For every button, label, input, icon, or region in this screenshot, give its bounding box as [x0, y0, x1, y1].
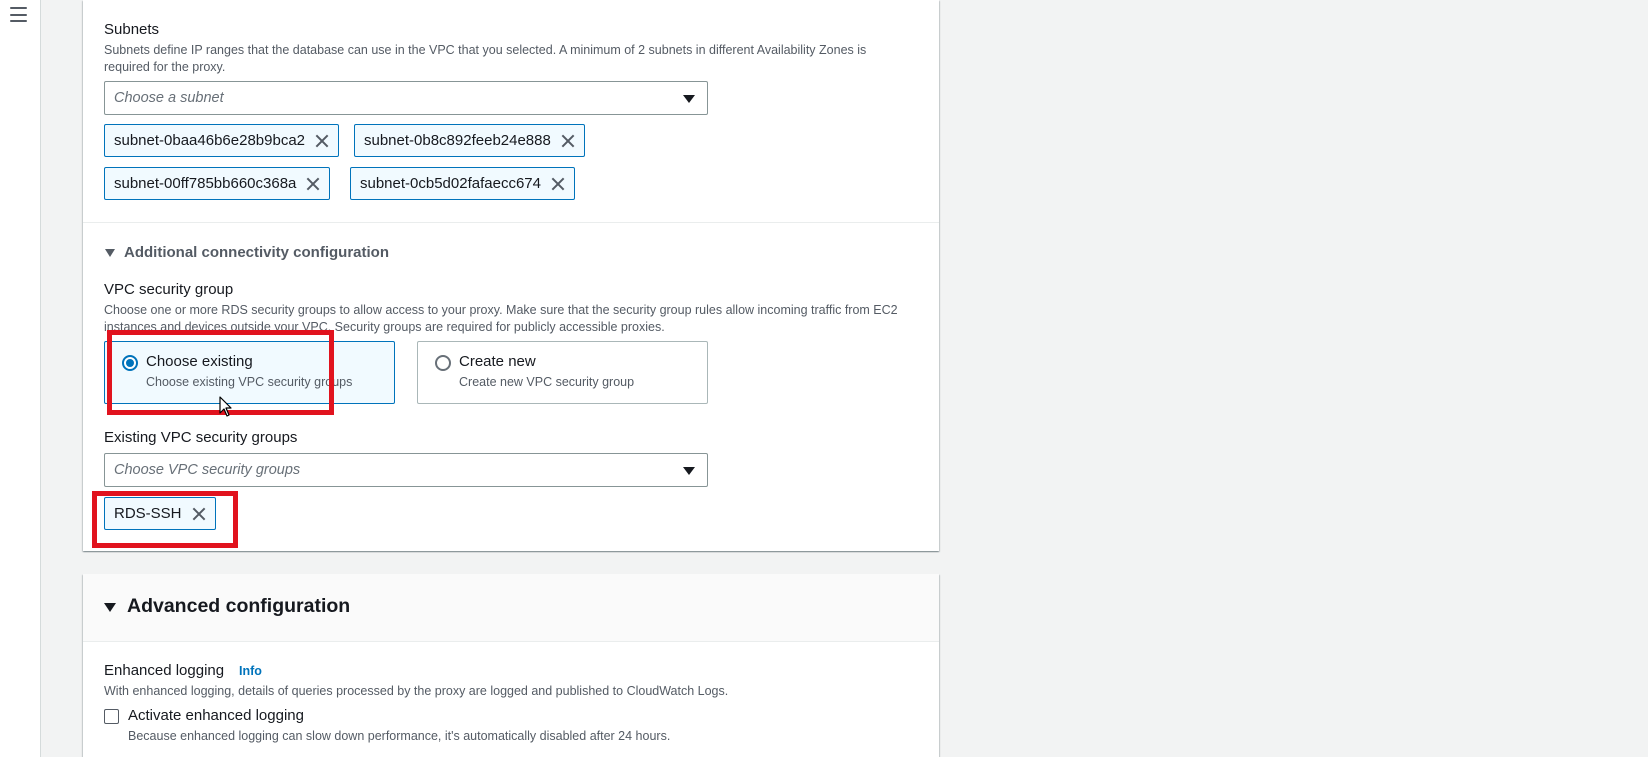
side-navigation-rail — [0, 0, 41, 757]
subnets-description: Subnets define IP ranges that the databa… — [104, 43, 867, 74]
close-x-icon[interactable] — [305, 176, 321, 192]
subnet-token: subnet-0cb5d02fafaecc674 — [350, 167, 575, 200]
close-x-icon[interactable] — [560, 133, 576, 149]
create-new-option[interactable]: Create new Create new VPC security group — [417, 341, 708, 404]
enhanced-logging-info-link[interactable]: Info — [239, 664, 262, 678]
create-new-title: Create new — [459, 353, 536, 370]
advanced-configuration-header[interactable]: Advanced configuration — [83, 574, 939, 642]
subnet-token-label: subnet-0b8c892feeb24e888 — [364, 132, 551, 149]
create-new-description: Create new VPC security group — [459, 375, 635, 389]
enhanced-logging-checkbox-description: Because enhanced logging can slow down p… — [128, 729, 671, 743]
subnet-select[interactable]: Choose a subnet — [104, 81, 708, 115]
close-x-icon[interactable] — [314, 133, 330, 149]
choose-existing-option[interactable]: Choose existing Choose existing VPC secu… — [104, 341, 395, 404]
enhanced-logging-checkbox-label[interactable]: Activate enhanced logging — [128, 707, 304, 724]
vpc-security-groups-select[interactable]: Choose VPC security groups — [104, 453, 708, 487]
choose-existing-radio[interactable] — [122, 355, 138, 371]
subnet-token: subnet-00ff785bb660c368a — [104, 167, 331, 200]
additional-connectivity-label: Additional connectivity configuration — [124, 244, 390, 261]
enhanced-logging-label: Enhanced logging — [104, 662, 225, 679]
choose-existing-description: Choose existing VPC security groups — [146, 375, 353, 389]
existing-vpc-security-groups-label: Existing VPC security groups — [104, 429, 298, 446]
section-divider — [83, 222, 939, 223]
create-new-radio[interactable] — [435, 355, 451, 371]
caret-down-icon — [683, 467, 695, 475]
additional-connectivity-expander[interactable]: Additional connectivity configuration — [105, 244, 389, 261]
subnet-token: subnet-0baa46b6e28b9bca2 — [104, 124, 340, 157]
vpc-security-groups-placeholder: Choose VPC security groups — [114, 462, 301, 478]
advanced-configuration-panel: Advanced configuration Enhanced logging … — [83, 574, 939, 757]
subnet-token: subnet-0b8c892feeb24e888 — [354, 124, 585, 157]
security-group-token-label: RDS-SSH — [114, 505, 182, 522]
subnet-token-label: subnet-0baa46b6e28b9bca2 — [114, 132, 306, 149]
triangle-down-icon — [104, 603, 116, 612]
enhanced-logging-description: With enhanced logging, details of querie… — [104, 684, 729, 698]
subnet-token-label: subnet-00ff785bb660c368a — [114, 175, 297, 192]
security-group-token: RDS-SSH — [104, 497, 216, 530]
subnet-token-label: subnet-0cb5d02fafaecc674 — [360, 175, 541, 192]
close-x-icon[interactable] — [550, 176, 566, 192]
enhanced-logging-checkbox[interactable] — [104, 709, 119, 724]
caret-down-icon — [683, 95, 695, 103]
vpc-security-group-description: Choose one or more RDS security groups t… — [104, 303, 898, 334]
vpc-security-group-label: VPC security group — [104, 281, 234, 298]
subnets-label: Subnets — [104, 21, 160, 38]
hamburger-menu-icon[interactable] — [10, 7, 27, 22]
subnet-select-placeholder: Choose a subnet — [114, 90, 224, 106]
advanced-configuration-title: Advanced configuration — [127, 595, 351, 617]
triangle-down-icon — [105, 248, 115, 257]
choose-existing-title: Choose existing — [146, 353, 253, 370]
connectivity-panel: Subnets Subnets define IP ranges that th… — [83, 0, 939, 551]
close-x-icon[interactable] — [191, 506, 207, 522]
